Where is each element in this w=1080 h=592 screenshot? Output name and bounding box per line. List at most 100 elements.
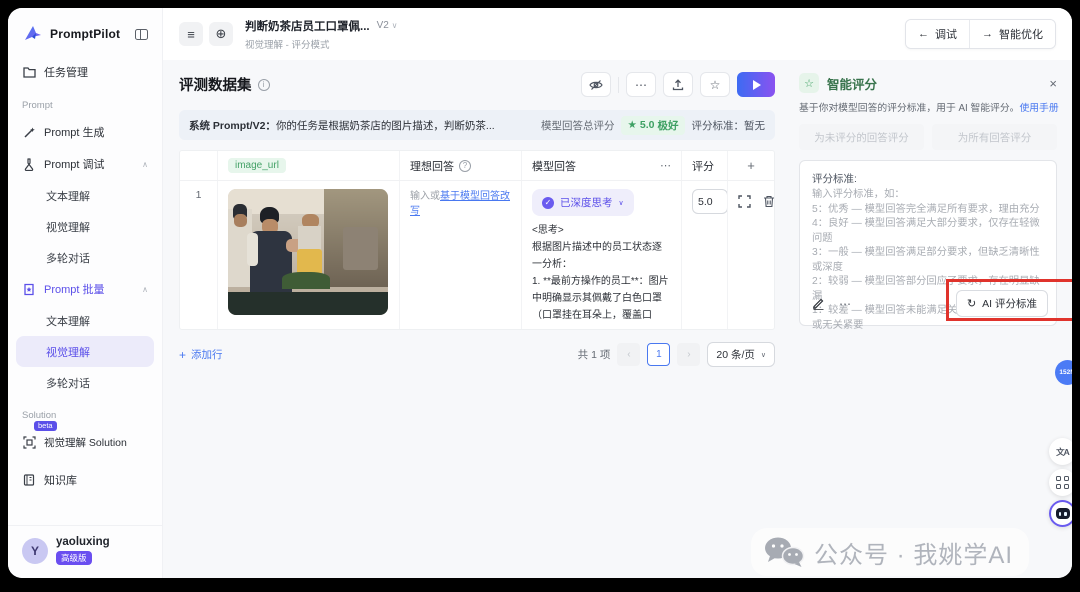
image-url-column-header[interactable]: image_url [218, 151, 400, 180]
current-page[interactable]: 1 [647, 343, 670, 366]
panel-title: 智能评分 [827, 74, 877, 93]
sidebar: PromptPilot 任务管理 Prompt Prompt 生成 [8, 8, 163, 578]
sidebar-item-prompt-debug[interactable]: Prompt 调试 ∧ [8, 148, 162, 180]
run-button[interactable] [737, 72, 775, 97]
chevron-down-icon: ∨ [761, 351, 766, 359]
sidebar-item-vision-solution[interactable]: beta 视觉理解 Solution [8, 426, 162, 458]
score-grade: 极好 [658, 118, 679, 133]
ai-criteria-button[interactable]: ↻ AI 评分标准 [956, 290, 1048, 317]
memory-badge: 152M [1055, 360, 1072, 385]
version-dropdown[interactable]: V2 ∨ [377, 20, 398, 31]
system-prompt-text: 你的任务是根据奶茶店的图片描述，判断奶茶... [276, 118, 495, 133]
ai-refresh-icon: ↻ [967, 297, 976, 310]
avatar: Y [22, 538, 48, 564]
edit-pencil-button[interactable] [812, 297, 825, 310]
column-more-icon[interactable]: ⋯ [660, 159, 671, 172]
cube-scan-icon [22, 435, 36, 449]
translate-icon: 文A [1056, 446, 1069, 458]
total-count: 共 1 项 [578, 347, 611, 362]
ideal-placeholder: 输入或 [410, 191, 440, 202]
page-title: 评测数据集 [179, 74, 252, 95]
sidebar-item-knowledge-base[interactable]: 知识库 [8, 464, 162, 496]
sidebar-item-debug-vision[interactable]: 视觉理解 [8, 211, 162, 242]
sidebar-item-task-management[interactable]: 任务管理 [8, 56, 162, 88]
apps-grid-button[interactable] [1049, 469, 1072, 496]
score-input[interactable] [692, 189, 728, 214]
collapse-sidebar-icon[interactable] [135, 29, 148, 40]
chevron-up-icon[interactable]: ∧ [142, 285, 148, 294]
task-subtitle: 视觉理解 - 评分模式 [245, 37, 397, 51]
dataset-toolbar: ⋯ ☆ [581, 72, 775, 97]
ideal-answer-column-header[interactable]: 理想回答 ? [400, 151, 522, 180]
folder-icon [22, 65, 36, 79]
expand-row-button[interactable] [738, 195, 751, 208]
image-cell[interactable] [218, 181, 400, 329]
sidebar-item-debug-multiturn[interactable]: 多轮对话 [8, 242, 162, 273]
menu-button[interactable]: ≡ [179, 22, 203, 46]
user-name: yaoluxing [56, 536, 110, 548]
sparkle-star-icon: ☆ [799, 73, 819, 93]
score-all-button[interactable]: 为所有回答评分 [932, 124, 1057, 150]
sidebar-section-solution: Solution [8, 398, 162, 426]
sidebar-nav: 任务管理 Prompt Prompt 生成 Prompt 调试 ∧ 文本理解 视… [8, 56, 162, 525]
delete-row-button[interactable] [763, 195, 774, 208]
sidebar-item-prompt-gen[interactable]: Prompt 生成 [8, 116, 162, 148]
mode-switcher: ← 调试 → 智能优化 [905, 19, 1056, 49]
pagination: 共 1 项 ‹ 1 › 20 条/页 ∨ [578, 342, 775, 367]
sidebar-item-batch-multiturn[interactable]: 多轮对话 [8, 367, 162, 398]
criteria-more-button[interactable]: ⋯ [839, 297, 851, 311]
export-button[interactable] [663, 72, 693, 97]
prev-page-button[interactable]: ‹ [617, 343, 640, 366]
sidebar-item-batch-vision-selected[interactable]: 视觉理解 [16, 336, 154, 367]
sidebar-item-debug-text[interactable]: 文本理解 [8, 180, 162, 211]
smart-optimize-button[interactable]: → 智能优化 [970, 20, 1055, 48]
model-answer-column-header[interactable]: 模型回答 ⋯ [522, 151, 682, 180]
add-column-button[interactable]: + [728, 151, 774, 180]
eval-table: image_url 理想回答 ? 模型回答 ⋯ 评分 + [179, 150, 775, 330]
score-unscored-button[interactable]: 为未评分的回答评分 [799, 124, 924, 150]
watermark: 公众号 · 我姚学AI [751, 528, 1029, 576]
system-prompt-label: 系统 Prompt/V2： [189, 118, 276, 133]
wand-icon [22, 125, 36, 139]
sidebar-item-prompt-batch[interactable]: Prompt 批量 ∧ [8, 273, 162, 305]
bubble-tea-shop-photo[interactable] [228, 189, 388, 315]
plan-badge: 高级版 [56, 551, 92, 565]
beta-badge: beta [34, 421, 57, 431]
model-answer-text: <思考> 根据图片描述中的员工状态逐一分析： 1. **最前方操作的员工**：图… [532, 222, 671, 326]
book-icon [22, 473, 36, 487]
favorite-button[interactable]: ☆ [700, 72, 730, 97]
chevron-up-icon[interactable]: ∧ [142, 160, 148, 169]
ideal-answer-cell[interactable]: 输入或基于模型回答改写 [400, 181, 522, 329]
task-title-block: 判断奶茶店员工口罩佩... V2 ∨ 视觉理解 - 评分模式 [245, 18, 397, 51]
chevron-down-icon: ∨ [619, 199, 624, 207]
page-size-select[interactable]: 20 条/页 ∨ [707, 342, 775, 367]
play-icon [753, 80, 761, 90]
next-page-button[interactable]: › [677, 343, 700, 366]
row-actions-cell [728, 181, 774, 329]
hide-column-button[interactable] [581, 72, 611, 97]
deep-think-toggle[interactable]: ✓ 已深度思考 ∨ [532, 189, 634, 216]
sidebar-item-label: 视觉理解 Solution [44, 435, 127, 450]
hamburger-icon: ≡ [187, 27, 195, 42]
star-icon: ☆ [710, 78, 721, 92]
more-actions-button[interactable]: ⋯ [626, 72, 656, 97]
add-row-button[interactable]: + 添加行 [179, 347, 223, 362]
check-icon: ✓ [542, 197, 554, 209]
close-icon[interactable]: × [1049, 76, 1057, 91]
new-task-button[interactable]: ⊕ [209, 22, 233, 46]
score-badge: ★ 5.0 极好 [621, 116, 684, 135]
sidebar-item-batch-text[interactable]: 文本理解 [8, 305, 162, 336]
help-icon: ? [459, 160, 471, 172]
top-header: ≡ ⊕ 判断奶茶店员工口罩佩... V2 ∨ 视觉理解 - 评分模式 ← 调试 … [163, 8, 1072, 60]
manual-link[interactable]: 使用手册 [1019, 103, 1058, 114]
system-prompt-bar[interactable]: 系统 Prompt/V2： 你的任务是根据奶茶店的图片描述，判断奶茶... 模型… [179, 110, 775, 140]
debug-mode-button[interactable]: ← 调试 [906, 20, 970, 48]
user-profile[interactable]: Y yaoluxing 高级版 [8, 525, 162, 578]
ai-assistant-button[interactable] [1049, 500, 1072, 527]
translate-button[interactable]: 文A [1049, 438, 1072, 465]
model-answer-cell[interactable]: ✓ 已深度思考 ∨ <思考> 根据图片描述中的员工状态逐一分析： 1. **最前… [522, 181, 682, 329]
panel-description: 基于你对模型回答的评分标准，用于 AI 智能评分。使用手册 [799, 100, 1057, 114]
sidebar-item-label: Prompt 调试 [44, 156, 105, 172]
criteria-editor[interactable]: 评分标准: 输入评分标准，如： 5：优秀 — 模型回答完全满足所有要求，理由充分… [799, 160, 1057, 326]
promptpilot-logo-icon [23, 24, 43, 44]
